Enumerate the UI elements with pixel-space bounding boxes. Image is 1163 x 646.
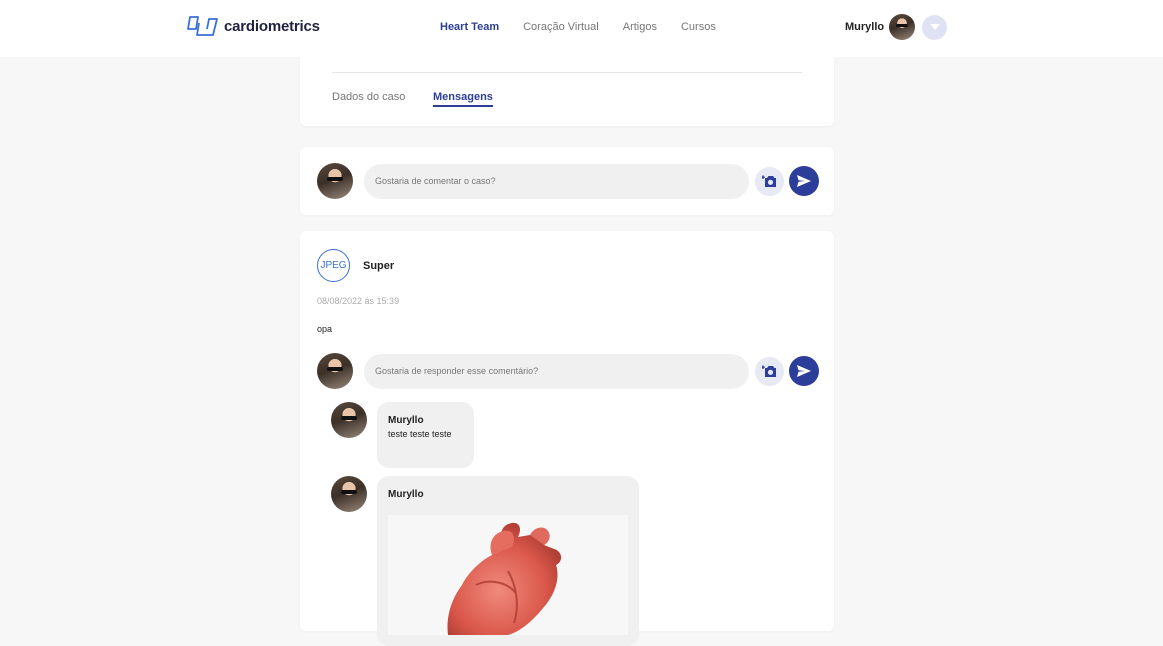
comment-composer-card: Gostaria de comentar o caso? xyxy=(300,147,834,215)
attach-photo-button[interactable] xyxy=(755,356,784,386)
brand-name: cardiometrics xyxy=(224,17,320,35)
camera-icon xyxy=(761,175,776,187)
divider xyxy=(332,72,802,73)
reply-bubble: Muryllo teste teste teste xyxy=(377,402,474,468)
reply-item: Muryllo teste teste teste xyxy=(331,402,474,468)
tab-dados-do-caso[interactable]: Dados do caso xyxy=(332,91,405,103)
user-dropdown-button[interactable] xyxy=(922,14,948,40)
attached-image[interactable] xyxy=(388,515,628,635)
chevron-down-icon xyxy=(929,24,940,30)
tab-mensagens[interactable]: Mensagens xyxy=(433,91,493,107)
send-icon xyxy=(797,175,811,187)
comment-composer: Gostaria de comentar o caso? xyxy=(317,163,819,199)
reply-bubble: Muryllo xyxy=(377,476,639,646)
avatar[interactable] xyxy=(889,14,916,40)
user-menu[interactable]: Muryllo xyxy=(845,14,948,40)
comment-input[interactable]: Gostaria de comentar o caso? xyxy=(364,163,749,199)
top-navbar: cardiometrics Heart Team Coração Virtual… xyxy=(0,0,1163,57)
send-comment-button[interactable] xyxy=(789,166,819,196)
post-header: JPEG Super xyxy=(317,249,394,282)
main-nav: Heart Team Coração Virtual Artigos Curso… xyxy=(440,21,740,33)
nav-cursos[interactable]: Cursos xyxy=(681,21,716,33)
post-body: opa xyxy=(317,324,333,334)
reply-input[interactable]: Gostaria de responder esse comentário? xyxy=(364,353,749,389)
attach-photo-button[interactable] xyxy=(755,166,784,196)
heart-model-image xyxy=(447,522,562,635)
logo-icon xyxy=(187,16,218,36)
camera-icon xyxy=(761,365,776,377)
case-tabs-card: Dados do caso Mensagens xyxy=(300,57,834,126)
reply-item: Muryllo xyxy=(331,476,639,646)
post-author: Super xyxy=(363,259,395,272)
send-icon xyxy=(797,365,811,377)
avatar xyxy=(317,163,353,199)
reply-composer: Gostaria de responder esse comentário? xyxy=(317,353,819,389)
avatar xyxy=(331,476,367,512)
user-name: Muryllo xyxy=(845,21,885,33)
reply-author: Muryllo xyxy=(388,489,424,500)
avatar xyxy=(317,353,353,389)
comment-thread-card: JPEG Super 08/08/2022 ás 15:39 opa Gosta… xyxy=(300,231,834,646)
avatar xyxy=(331,402,367,438)
brand-logo[interactable]: cardiometrics xyxy=(187,14,320,38)
nav-coracao-virtual[interactable]: Coração Virtual xyxy=(523,21,599,33)
send-reply-button[interactable] xyxy=(789,356,819,386)
reply-author: Muryllo xyxy=(388,415,424,426)
reply-text: teste teste teste xyxy=(388,429,452,439)
post-timestamp: 08/08/2022 ás 15:39 xyxy=(317,296,400,306)
author-avatar: JPEG xyxy=(317,249,350,282)
nav-heart-team[interactable]: Heart Team xyxy=(440,21,499,33)
nav-artigos[interactable]: Artigos xyxy=(623,21,657,33)
